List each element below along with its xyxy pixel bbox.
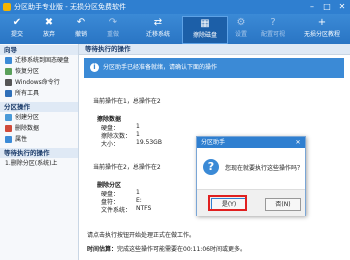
- gear-icon: ⚙: [236, 17, 246, 28]
- sidebar-item-all-tools[interactable]: 所有工具: [0, 88, 78, 99]
- question-icon: ?: [203, 159, 219, 175]
- discard-button[interactable]: ✖ 放弃: [34, 16, 64, 42]
- delete-icon: [5, 125, 12, 132]
- op1-field-value: 1: [136, 123, 140, 130]
- time-estimate: 时间估算：完成这些操作可能需要在00:11:06时间或更多。: [87, 246, 246, 253]
- op2-field-value: NTFS: [136, 205, 152, 212]
- config-view-button[interactable]: ? 配置可视: [258, 16, 288, 42]
- sidebar-section-partition-ops[interactable]: 分区操作: [0, 102, 78, 112]
- op2-field-label: 文件系统：: [101, 207, 132, 214]
- help-icon: ?: [270, 17, 276, 28]
- disk-icon: ▦: [200, 18, 210, 29]
- migrate-system-button[interactable]: ⇄ 迁移系统: [136, 16, 180, 42]
- redo-button[interactable]: ↷ 重做: [98, 16, 128, 42]
- redo-icon: ↷: [108, 17, 118, 28]
- create-icon: [5, 114, 12, 121]
- dialog-message: 您现在就要执行这些操作吗？: [225, 165, 304, 172]
- cross-icon: ✖: [44, 17, 54, 28]
- footer-note: 请点击执行按钮开始处理正式在做工作。: [87, 232, 196, 239]
- dialog-footer: 是(Y) 否(N): [197, 189, 305, 216]
- op1-title: 擦除数据: [97, 116, 122, 123]
- sidebar-section-pending-ops[interactable]: 等待执行的操作: [0, 148, 78, 158]
- sidebar-item-migrate-ssd[interactable]: 迁移系统到固态硬盘: [0, 55, 78, 66]
- op2-field-value: E:: [136, 197, 142, 204]
- sidebar: 向导 迁移系统到固态硬盘 恢复分区 Windows命令行 所有工具 分区操作 创…: [0, 44, 79, 260]
- wipe-disk-button[interactable]: ▦ 擦除磁盘: [182, 16, 228, 44]
- cmd-icon: [5, 79, 12, 86]
- tutorial-button[interactable]: + 无损分区教程: [298, 16, 346, 42]
- ready-banner: i 分区助手已经准备就绪，请确认下面的操作: [84, 58, 344, 78]
- op2-title: 删除分区: [97, 182, 122, 189]
- sidebar-item-create-partition[interactable]: 创建分区: [0, 112, 78, 123]
- undo-icon: ↶: [76, 17, 86, 28]
- op1-summary: 当前操作在1，总操作在2: [93, 98, 161, 105]
- highlight-box: [208, 195, 247, 211]
- no-button[interactable]: 否(N): [265, 198, 301, 211]
- app-icon: [3, 3, 11, 11]
- maximize-button[interactable]: □: [320, 1, 334, 13]
- plus-icon: +: [317, 17, 327, 28]
- sidebar-item-delete-data[interactable]: 删除数据: [0, 123, 78, 134]
- info-icon: [5, 136, 12, 143]
- op1-field-label: 大小：: [101, 141, 120, 148]
- sidebar-item-properties[interactable]: 属性: [0, 134, 78, 145]
- op2-field-value: 1: [136, 189, 140, 196]
- window-title: 分区助手专业版 - 无损分区免费软件: [14, 3, 126, 11]
- close-button[interactable]: ✕: [335, 1, 349, 13]
- sidebar-section-wizard[interactable]: 向导: [0, 45, 78, 55]
- toolbar: ✔ 提交 ✖ 放弃 ↶ 撤销 ↷ 重做 ⇄ 迁移系统 ▦ 擦除磁盘 ⚙ 设置 ?…: [0, 14, 350, 44]
- main-header: 等待执行的操作: [79, 44, 350, 55]
- check-icon: ✔: [12, 17, 22, 28]
- info-icon: i: [90, 63, 99, 72]
- sidebar-item-recover-partition[interactable]: 恢复分区: [0, 66, 78, 77]
- minimize-button[interactable]: –: [305, 1, 319, 13]
- confirm-dialog: 分区助手 ✕ ? 您现在就要执行这些操作吗？ 是(Y) 否(N): [196, 136, 306, 216]
- recover-icon: [5, 68, 12, 75]
- op2-summary: 当前操作在2，总操作在2: [93, 164, 161, 171]
- pending-op-item[interactable]: 1.删除分区(系统)上: [0, 158, 78, 169]
- undo-button[interactable]: ↶ 撤销: [66, 16, 96, 42]
- migrate-icon: [5, 57, 12, 64]
- settings-button[interactable]: ⚙ 设置: [226, 16, 256, 42]
- migrate-icon: ⇄: [153, 17, 163, 28]
- op1-field-value: 1: [136, 131, 140, 138]
- dialog-title: 分区助手 ✕: [197, 137, 305, 148]
- tools-icon: [5, 90, 12, 97]
- commit-button[interactable]: ✔ 提交: [2, 16, 32, 42]
- title-bar: 分区助手专业版 - 无损分区免费软件 – □ ✕: [0, 0, 350, 14]
- dialog-close-icon[interactable]: ✕: [293, 137, 303, 148]
- sidebar-item-windows-cmd[interactable]: Windows命令行: [0, 77, 78, 88]
- op1-field-value: 19.53GB: [136, 139, 162, 146]
